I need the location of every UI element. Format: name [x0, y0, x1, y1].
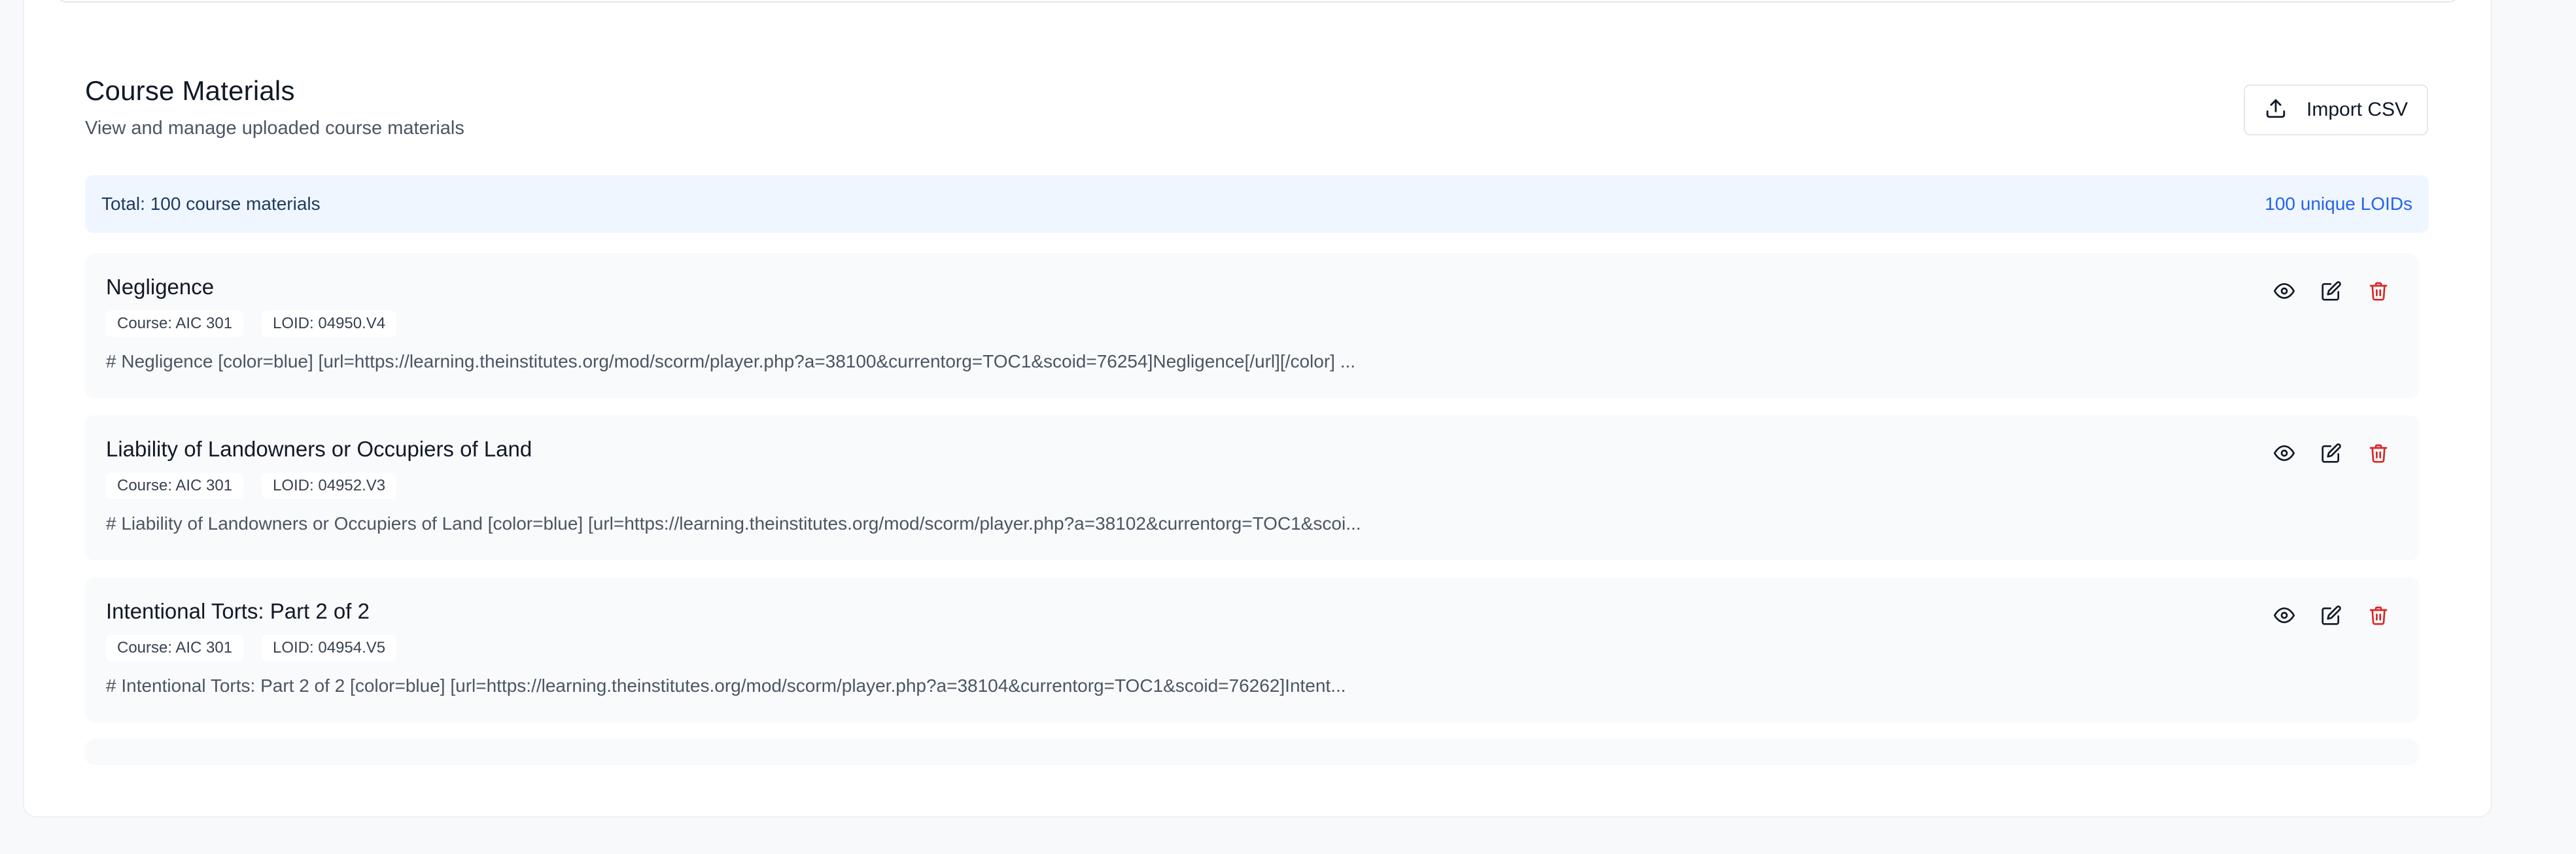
course-badge: Course: AIC 301 — [106, 473, 244, 499]
item-title: Negligence — [106, 275, 215, 299]
course-badge: Course: AIC 301 — [106, 635, 244, 661]
section-title: Course Materials — [85, 75, 295, 106]
trash-icon — [2368, 443, 2389, 467]
trash-icon — [2368, 605, 2389, 629]
import-csv-label: Import CSV — [2306, 99, 2409, 120]
upload-icon — [2265, 97, 2287, 123]
edit-button[interactable] — [2318, 441, 2344, 468]
loid-badge: LOID: 04952.V3 — [262, 473, 397, 499]
course-materials-section: Course Materials View and manage uploade… — [56, 13, 2460, 786]
edit-icon — [2321, 605, 2342, 629]
loid-badge: LOID: 04950.V4 — [262, 311, 397, 337]
item-description: # Intentional Torts: Part 2 of 2 [color=… — [106, 675, 1346, 696]
list-item: Negligence Course: AIC 301 LOID: 04950.V… — [85, 253, 2419, 398]
summary-bar: Total: 100 course materials 100 unique L… — [85, 175, 2429, 233]
item-description: # Negligence [color=blue] [url=https://l… — [106, 351, 1356, 371]
course-badge: Course: AIC 301 — [106, 311, 244, 337]
edit-button[interactable] — [2318, 279, 2344, 305]
delete-button[interactable] — [2365, 604, 2392, 630]
item-description: # Liability of Landowners or Occupiers o… — [106, 513, 1361, 534]
list-item — [85, 739, 2419, 765]
view-button[interactable] — [2271, 441, 2297, 468]
edit-icon — [2321, 443, 2342, 467]
section-subtitle: View and manage uploaded course material… — [85, 118, 464, 139]
unique-loids-count: 100 unique LOIDs — [2265, 194, 2412, 214]
delete-button[interactable] — [2365, 279, 2392, 305]
item-title: Intentional Torts: Part 2 of 2 — [106, 599, 370, 623]
delete-button[interactable] — [2365, 441, 2392, 468]
list-item: Liability of Landowners or Occupiers of … — [85, 415, 2419, 560]
import-csv-button[interactable]: Import CSV — [2244, 84, 2428, 135]
item-title: Liability of Landowners or Occupiers of … — [106, 437, 532, 461]
eye-icon — [2274, 605, 2295, 629]
list-item: Intentional Torts: Part 2 of 2 Course: A… — [85, 577, 2419, 723]
loid-badge: LOID: 04954.V5 — [262, 635, 397, 661]
view-button[interactable] — [2271, 604, 2297, 630]
total-count: Total: 100 course materials — [101, 194, 321, 214]
previous-card-edge — [56, 0, 2460, 3]
trash-icon — [2368, 281, 2389, 305]
eye-icon — [2274, 443, 2295, 467]
edit-icon — [2321, 281, 2342, 305]
edit-button[interactable] — [2318, 604, 2344, 630]
view-button[interactable] — [2271, 279, 2297, 305]
eye-icon — [2274, 281, 2295, 305]
